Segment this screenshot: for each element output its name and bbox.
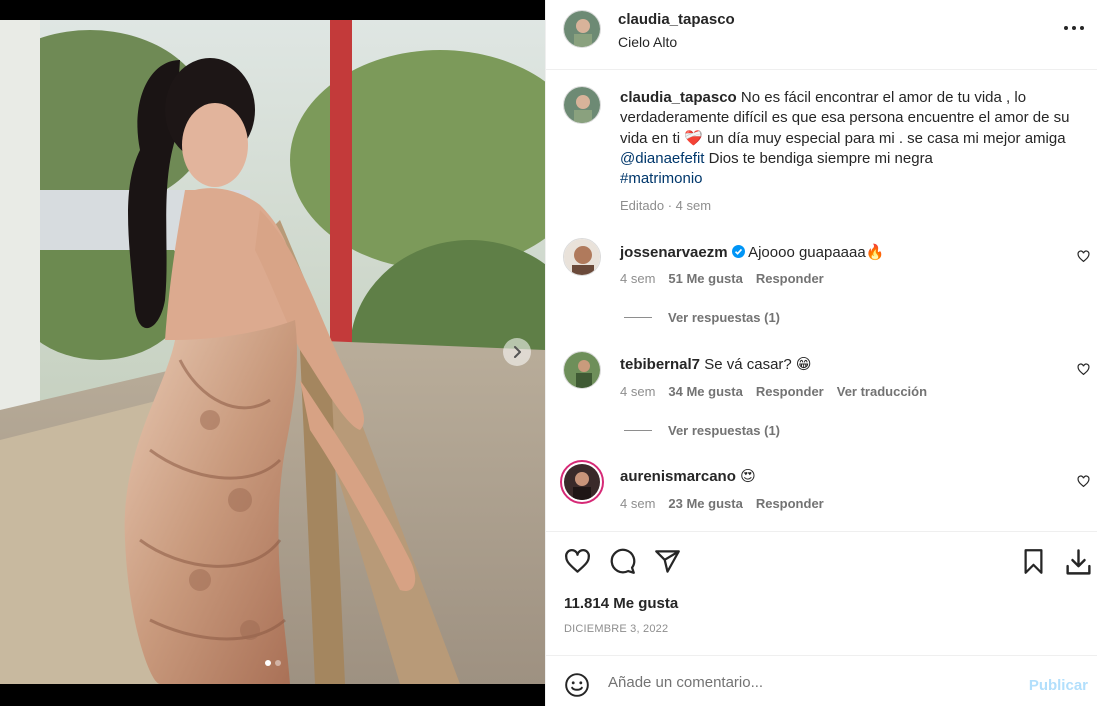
- commenter-username[interactable]: tebibernal7: [620, 356, 700, 373]
- reply-button[interactable]: Responder: [756, 496, 824, 511]
- caption-emoji: ❤️‍🩹: [684, 129, 703, 147]
- more-options-button[interactable]: [1062, 18, 1086, 38]
- comments-section: claudia_tapasco No es fácil encontrar el…: [546, 71, 1097, 531]
- post-photo-illustration: [0, 20, 545, 684]
- reply-button[interactable]: Responder: [756, 271, 824, 286]
- verified-badge-icon: [731, 245, 745, 258]
- carousel-indicator: [0, 660, 545, 666]
- view-replies-label: Ver respuestas (1): [668, 423, 781, 438]
- like-comment-icon[interactable]: [1077, 363, 1090, 376]
- caption-author-avatar[interactable]: [563, 86, 601, 124]
- comment-body: aurenismarcano 😍: [620, 467, 756, 485]
- commenter-username[interactable]: jossenarvaezm: [620, 244, 728, 261]
- post-caption: claudia_tapasco No es fácil encontrar el…: [620, 88, 1075, 217]
- comment-text: Se vá casar? 😁: [704, 356, 812, 373]
- author-avatar[interactable]: [563, 10, 601, 48]
- download-icon[interactable]: [1064, 548, 1093, 577]
- like-comment-icon[interactable]: [1077, 250, 1090, 263]
- avatar-image: [564, 87, 600, 123]
- emoji-icon[interactable]: [564, 672, 590, 698]
- comment-item: tebibernal7 Se vá casar? 😁 4 sem 34 Me g…: [546, 351, 1097, 441]
- reply-button[interactable]: Responder: [756, 384, 824, 399]
- view-replies-label: Ver respuestas (1): [668, 310, 781, 325]
- like-comment-icon[interactable]: [1077, 475, 1090, 488]
- comment-item: jossenarvaezm Ajoooo guapaaaa🔥 4 sem 51 …: [546, 238, 1097, 328]
- carousel-dot: [274, 660, 281, 666]
- media-panel: [0, 0, 545, 706]
- post-date: DICIEMBRE 3, 2022: [564, 623, 669, 635]
- comment-likes[interactable]: 51 Me gusta: [668, 271, 742, 286]
- comment-meta: 4 sem 23 Me gusta Responder: [620, 496, 824, 511]
- likes-count[interactable]: 11.814 Me gusta: [564, 595, 678, 612]
- comment-meta: 4 sem 34 Me gusta Responder Ver traducci…: [620, 384, 927, 399]
- share-icon[interactable]: [654, 548, 681, 575]
- avatar-image: [564, 11, 600, 47]
- caption-mention-link[interactable]: @dianaefefit: [620, 150, 704, 167]
- commenter-username[interactable]: aurenismarcano: [620, 468, 736, 485]
- author-username[interactable]: claudia_tapasco: [618, 11, 735, 28]
- view-replies-button[interactable]: Ver respuestas (1): [624, 310, 780, 325]
- replies-divider: [624, 317, 652, 318]
- caption-text: Dios te bendiga siempre mi negra: [704, 149, 933, 167]
- comment-icon[interactable]: [609, 548, 636, 575]
- caption-username[interactable]: claudia_tapasco: [620, 89, 737, 106]
- comment-meta: 4 sem 51 Me gusta Responder: [620, 271, 824, 286]
- comment-text: 😍: [740, 468, 756, 485]
- comment-time[interactable]: 4 sem: [620, 384, 655, 399]
- post-location[interactable]: Cielo Alto: [618, 34, 677, 50]
- comment-body: tebibernal7 Se vá casar? 😁: [620, 355, 812, 373]
- post-actions: 11.814 Me gusta DICIEMBRE 3, 2022: [546, 531, 1097, 655]
- caption-text: un día muy especial para mi . se casa mi…: [702, 129, 1066, 147]
- avatar-image: [564, 352, 600, 388]
- caption-hashtag-link[interactable]: #matrimonio: [620, 170, 703, 187]
- post-photo[interactable]: [0, 20, 545, 684]
- comment-item: aurenismarcano 😍 4 sem 23 Me gusta Respo…: [546, 460, 1097, 523]
- add-comment-bar: Publicar: [546, 655, 1097, 706]
- comment-time[interactable]: 4 sem: [620, 496, 655, 511]
- comment-likes[interactable]: 34 Me gusta: [668, 384, 742, 399]
- commenter-avatar[interactable]: [563, 351, 601, 389]
- next-slide-button[interactable]: [503, 338, 531, 366]
- bookmark-icon[interactable]: [1020, 548, 1047, 575]
- avatar-image: [564, 239, 600, 275]
- translate-button[interactable]: Ver traducción: [837, 384, 927, 399]
- publish-button[interactable]: Publicar: [1029, 677, 1088, 694]
- commenter-avatar-story[interactable]: [560, 460, 604, 504]
- post-details-panel: claudia_tapasco Cielo Alto claudia_tapas…: [545, 0, 1097, 706]
- carousel-dot-active: [264, 660, 271, 666]
- comment-text: Ajoooo guapaaaa🔥: [748, 244, 885, 261]
- replies-divider: [624, 430, 652, 431]
- caption-meta: Editado · 4 sem: [620, 198, 712, 214]
- heart-icon[interactable]: [564, 548, 591, 575]
- comment-input[interactable]: [608, 668, 1008, 696]
- comment-likes[interactable]: 23 Me gusta: [668, 496, 742, 511]
- commenter-avatar[interactable]: [563, 238, 601, 276]
- view-replies-button[interactable]: Ver respuestas (1): [624, 423, 780, 438]
- chevron-right-icon: [514, 346, 521, 358]
- avatar-image: [564, 464, 600, 500]
- comment-body: jossenarvaezm Ajoooo guapaaaa🔥: [620, 243, 884, 261]
- post-header: claudia_tapasco Cielo Alto: [546, 0, 1097, 70]
- more-options-icon: [1064, 26, 1084, 30]
- comment-time[interactable]: 4 sem: [620, 271, 655, 286]
